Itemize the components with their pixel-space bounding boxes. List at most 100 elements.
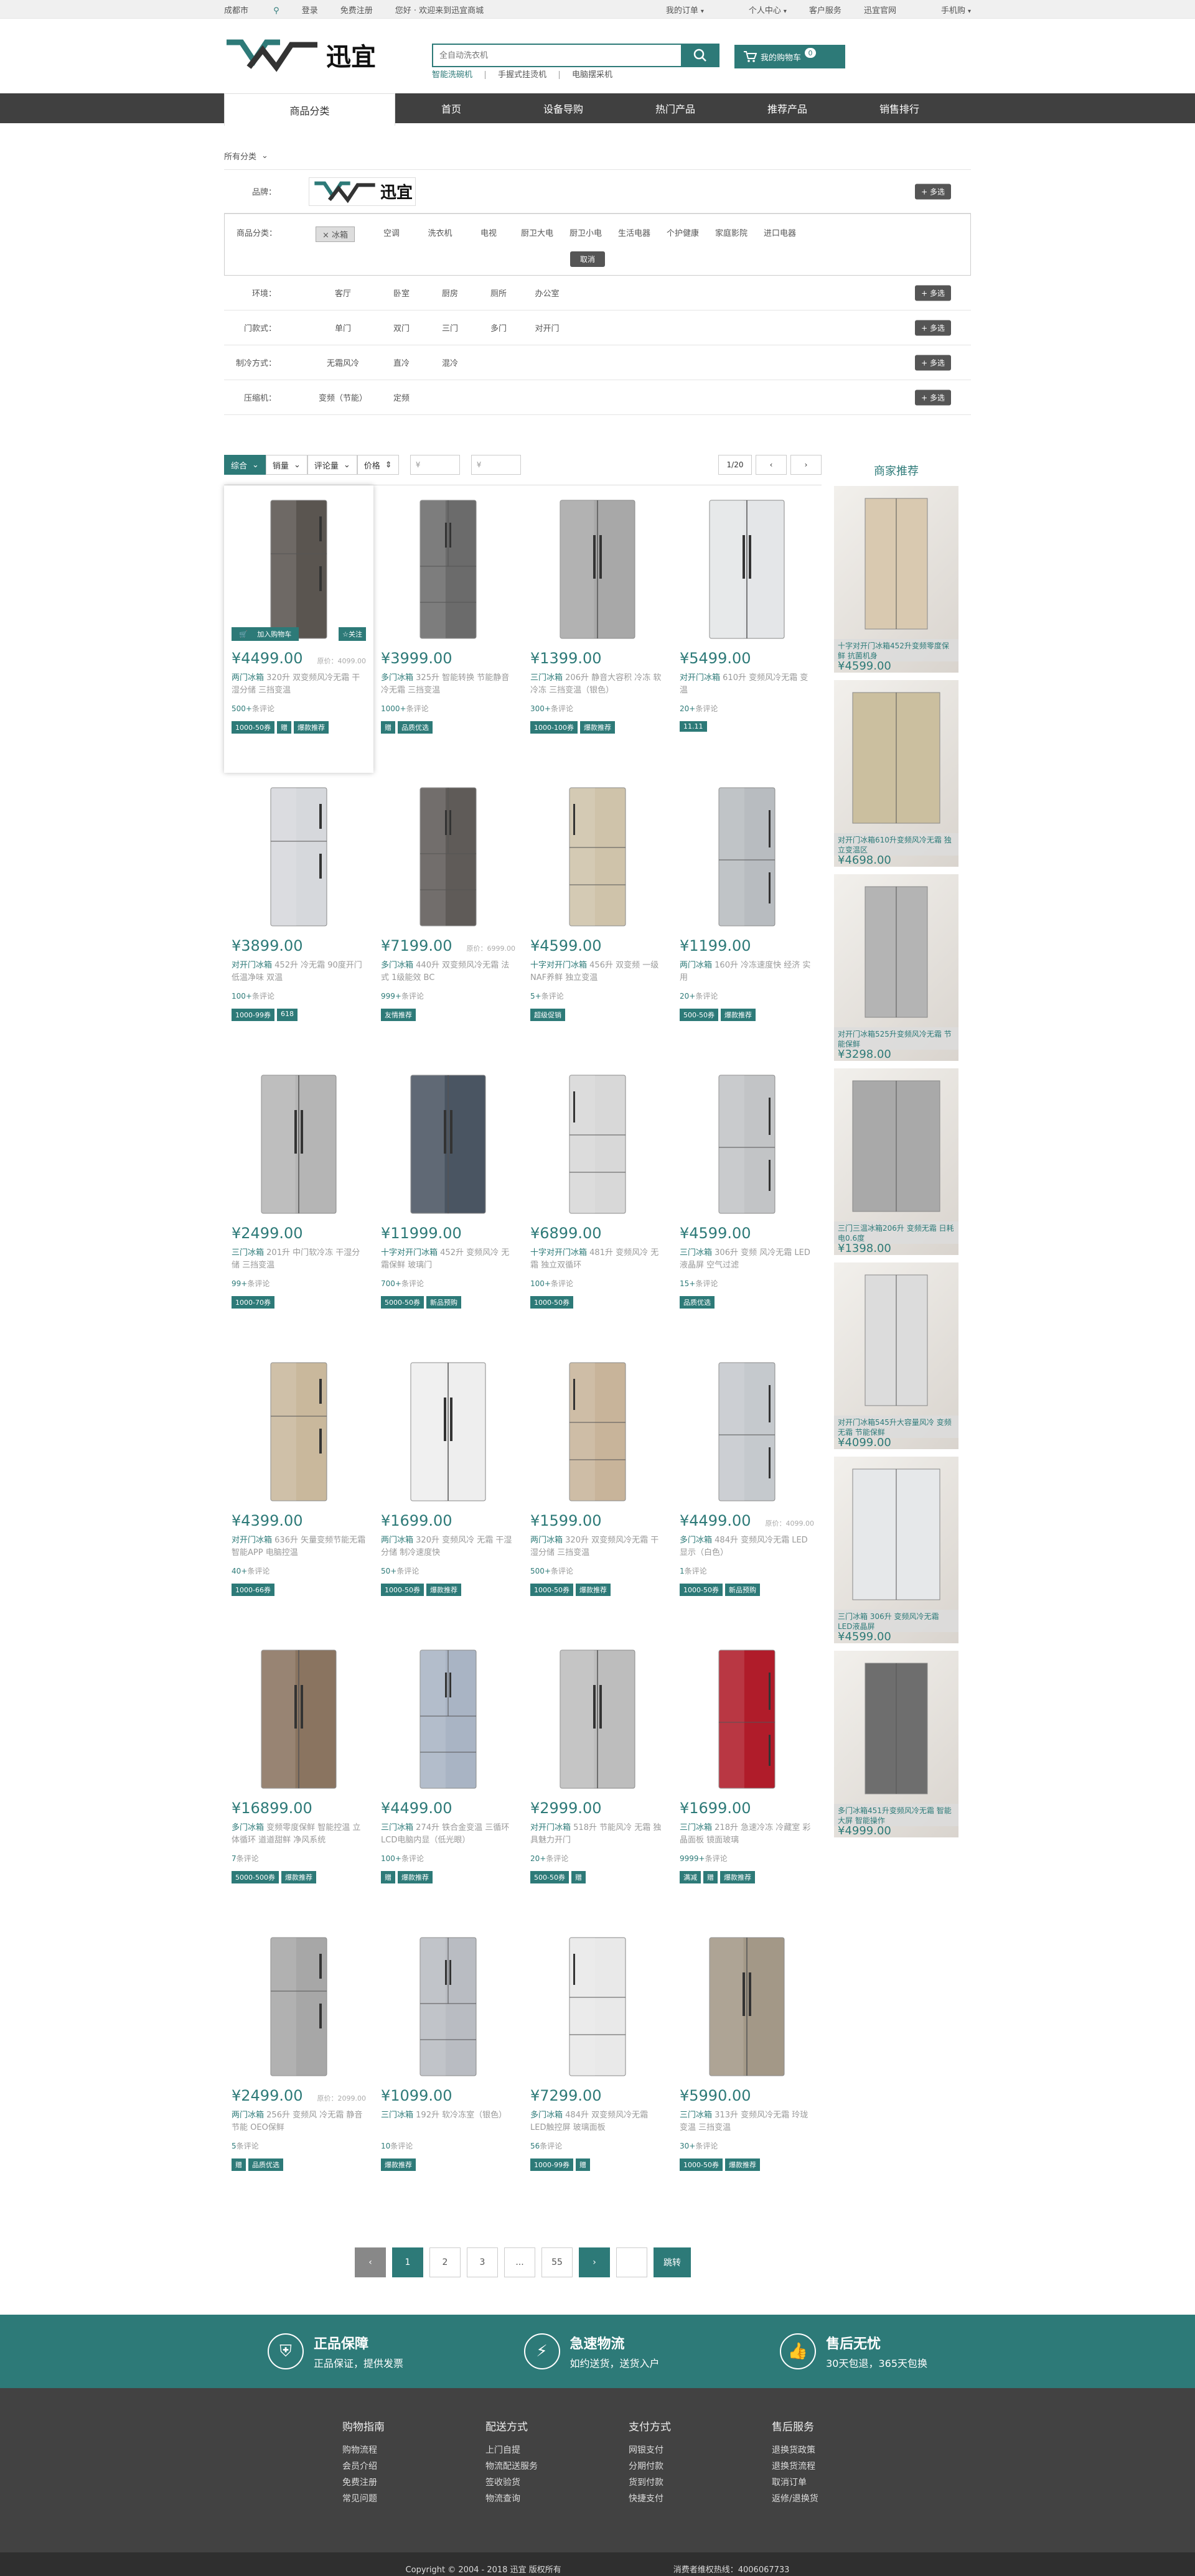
next-page-button[interactable]: ›: [579, 2247, 610, 2277]
filter-option[interactable]: 客厅: [309, 287, 377, 299]
review-count[interactable]: 5条评论: [232, 2140, 366, 2151]
jump-page-input[interactable]: [616, 2247, 647, 2277]
product-image[interactable]: [680, 1935, 814, 2078]
breadcrumb[interactable]: 所有分类 ⌄: [224, 149, 971, 162]
product-image[interactable]: [232, 785, 366, 928]
product-card[interactable]: ¥11999.00 十字对开门冰箱 452升 变频风冷 无霜保鲜 玻璃门 700+条…: [373, 1060, 523, 1348]
product-image[interactable]: [381, 1073, 515, 1216]
review-count[interactable]: 50+条评论: [381, 1566, 515, 1576]
product-title[interactable]: 两门冰箱 160升 冷冻速度快 经济 实用: [680, 959, 814, 984]
add-to-cart-button[interactable]: 🛒 加入购物车: [232, 627, 299, 641]
min-price-input[interactable]: ¥: [410, 455, 460, 475]
review-count[interactable]: 500+条评论: [530, 1566, 665, 1576]
site-logo[interactable]: 迅宜: [224, 36, 380, 73]
multi-select-button[interactable]: + 多选: [915, 390, 951, 405]
page-button[interactable]: ...: [504, 2247, 535, 2277]
product-image[interactable]: [680, 498, 814, 641]
product-image[interactable]: [530, 1935, 665, 2078]
review-count[interactable]: 5+条评论: [530, 991, 665, 1001]
search-button[interactable]: [681, 44, 719, 67]
next-page-button[interactable]: ›: [790, 455, 822, 475]
footer-link[interactable]: 常见问题: [342, 2491, 485, 2507]
filter-option[interactable]: 对开门: [523, 322, 571, 334]
footer-link[interactable]: 货到付款: [629, 2475, 772, 2491]
sort-price[interactable]: 价格 ⇕: [357, 455, 399, 475]
product-card[interactable]: ¥5990.00 三门冰箱 313升 变频风冷无霜 玲珑变温 三挡变温 30+条评论…: [672, 1923, 822, 2210]
product-image[interactable]: [530, 1073, 665, 1216]
product-title[interactable]: 多门冰箱 484升 变频风冷无霜 LED显示（白色）: [680, 1534, 814, 1559]
review-count[interactable]: 100+条评论: [232, 991, 366, 1001]
product-card[interactable]: ¥4399.00 对开门冰箱 636升 矢量变频节能无霜 智能APP 电脑控温 40…: [224, 1348, 373, 1635]
review-count[interactable]: 100+条评论: [530, 1278, 665, 1289]
product-title[interactable]: 对开门冰箱 610升 变频风冷无霜 变温: [680, 672, 814, 697]
category-option[interactable]: × 冰箱: [316, 226, 355, 242]
review-count[interactable]: 9999+条评论: [680, 1853, 814, 1864]
brand-logo-option[interactable]: 迅宜: [309, 177, 416, 206]
product-card[interactable]: ¥1399.00 三门冰箱 206升 静音大容积 冷冻 软冷冻 三挡变温（银色） 3…: [523, 485, 672, 773]
hot-keyword[interactable]: 智能洗碗机: [432, 71, 485, 79]
review-count[interactable]: 1条评论: [680, 1566, 814, 1576]
category-option[interactable]: 厨卫小电: [561, 226, 610, 242]
nav-item-hot[interactable]: 热门产品: [619, 93, 731, 123]
product-image[interactable]: [232, 1648, 366, 1791]
footer-link[interactable]: 退换货流程: [772, 2458, 915, 2475]
max-price-input[interactable]: ¥: [471, 455, 521, 475]
product-card[interactable]: ¥2999.00 对开门冰箱 518升 节能风冷 无霜 独具魅力开门 20+条评论 5…: [523, 1635, 672, 1923]
review-count[interactable]: 7条评论: [232, 1853, 366, 1864]
product-title[interactable]: 三门冰箱 206升 静音大容积 冷冻 软冷冻 三挡变温（银色）: [530, 672, 665, 697]
sort-default[interactable]: 综合 ⌄: [224, 455, 266, 475]
footer-link[interactable]: 签收验货: [485, 2475, 629, 2491]
review-count[interactable]: 20+条评论: [680, 991, 814, 1001]
product-image[interactable]: [381, 1360, 515, 1503]
page-button[interactable]: 55: [541, 2247, 573, 2277]
product-card[interactable]: ¥1699.00 三门冰箱 218升 急速冷冻 冷藏室 彩晶面板 镜面玻璃 9999…: [672, 1635, 822, 1923]
nav-item-home[interactable]: 首页: [395, 93, 507, 123]
category-option[interactable]: 进口电器: [756, 226, 804, 242]
nav-item-categories[interactable]: 商品分类: [224, 93, 395, 126]
product-card[interactable]: ¥4599.00 三门冰箱 306升 变频 风冷无霜 LED液晶屏 空气过滤 15+…: [672, 1060, 822, 1348]
review-count[interactable]: 10条评论: [381, 2140, 515, 2151]
product-title[interactable]: 两门冰箱 320升 双变频风冷无霜 干湿分储 三挡变温: [530, 1534, 665, 1559]
product-title[interactable]: 三门冰箱 218升 急速冷冻 冷藏室 彩晶面板 镜面玻璃: [680, 1822, 814, 1847]
filter-option[interactable]: 单门: [309, 322, 377, 334]
review-count[interactable]: 999+条评论: [381, 991, 515, 1001]
footer-link[interactable]: 快捷支付: [629, 2491, 772, 2507]
product-title[interactable]: 三门冰箱 313升 变频风冷无霜 玲珑变温 三挡变温: [680, 2109, 814, 2134]
recommend-item[interactable]: 三门冰箱 306升 变频风冷无霜 LED液晶屏 ¥4599.00: [834, 1457, 958, 1643]
filter-option[interactable]: 卧室: [377, 287, 426, 299]
footer-link[interactable]: 会员介绍: [342, 2458, 485, 2475]
multi-select-button[interactable]: + 多选: [915, 355, 951, 370]
filter-option[interactable]: 混冷: [426, 357, 474, 368]
product-image[interactable]: [232, 1360, 366, 1503]
product-image[interactable]: [680, 1360, 814, 1503]
product-image[interactable]: [680, 1073, 814, 1216]
product-title[interactable]: 对开门冰箱 518升 节能风冷 无霜 独具魅力开门: [530, 1822, 665, 1847]
recommend-item[interactable]: 对开门冰箱525升变频风冷无霜 节能保鲜 ¥3298.00: [834, 874, 958, 1061]
product-title[interactable]: 十字对开门冰箱 456升 双变频 一级 NAF养鲜 独立变温: [530, 959, 665, 984]
footer-link[interactable]: 返修/退换货: [772, 2491, 915, 2507]
product-image[interactable]: [680, 785, 814, 928]
multi-select-button[interactable]: + 多选: [915, 285, 951, 301]
product-card[interactable]: ¥16899.00 多门冰箱 变频零度保鲜 智能控温 立体循环 道道甜鲜 净风系统…: [224, 1635, 373, 1923]
product-title[interactable]: 十字对开门冰箱 481升 变频风冷 无霜 独立双循环: [530, 1247, 665, 1272]
product-card[interactable]: ¥6899.00 十字对开门冰箱 481升 变频风冷 无霜 独立双循环 100+条评…: [523, 1060, 672, 1348]
product-title[interactable]: 多门冰箱 440升 双变频风冷无霜 法式 1级能效 BC: [381, 959, 515, 984]
hot-keyword[interactable]: 电脑摆采机: [559, 71, 625, 79]
filter-option[interactable]: 定频: [377, 391, 426, 403]
category-option[interactable]: 空调: [367, 226, 416, 242]
product-card[interactable]: ¥5499.00 对开门冰箱 610升 变频风冷无霜 变温 20+条评论 11.11: [672, 485, 822, 773]
recommend-item[interactable]: 多门冰箱451升变频风冷无霜 智能大屏 智能操作 ¥4999.00: [834, 1651, 958, 1837]
product-card[interactable]: ¥1099.00 三门冰箱 192升 软冷冻室（银色） 10条评论 爆款推荐: [373, 1923, 523, 2210]
mobile-menu[interactable]: 手机购 ▾: [919, 4, 971, 16]
product-title[interactable]: 三门冰箱 201升 中门软冷冻 干湿分储 三挡变温: [232, 1247, 366, 1272]
my-order-menu[interactable]: 我的订单 ▾: [644, 4, 704, 16]
product-card[interactable]: ¥1699.00 两门冰箱 320升 变频风冷 无霜 干湿分储 制冷速度快 50+条…: [373, 1348, 523, 1635]
footer-link[interactable]: 退换货政策: [772, 2442, 915, 2458]
product-image[interactable]: [530, 1360, 665, 1503]
product-image[interactable]: [381, 1935, 515, 2078]
review-count[interactable]: 40+条评论: [232, 1566, 366, 1576]
review-count[interactable]: 15+条评论: [680, 1278, 814, 1289]
product-card[interactable]: ¥3899.00 对开门冰箱 452升 冷无霜 90度开门 低温净味 双温 100+…: [224, 773, 373, 1060]
product-image[interactable]: [381, 785, 515, 928]
product-title[interactable]: 两门冰箱 320升 变频风冷 无霜 干湿分储 制冷速度快: [381, 1534, 515, 1559]
